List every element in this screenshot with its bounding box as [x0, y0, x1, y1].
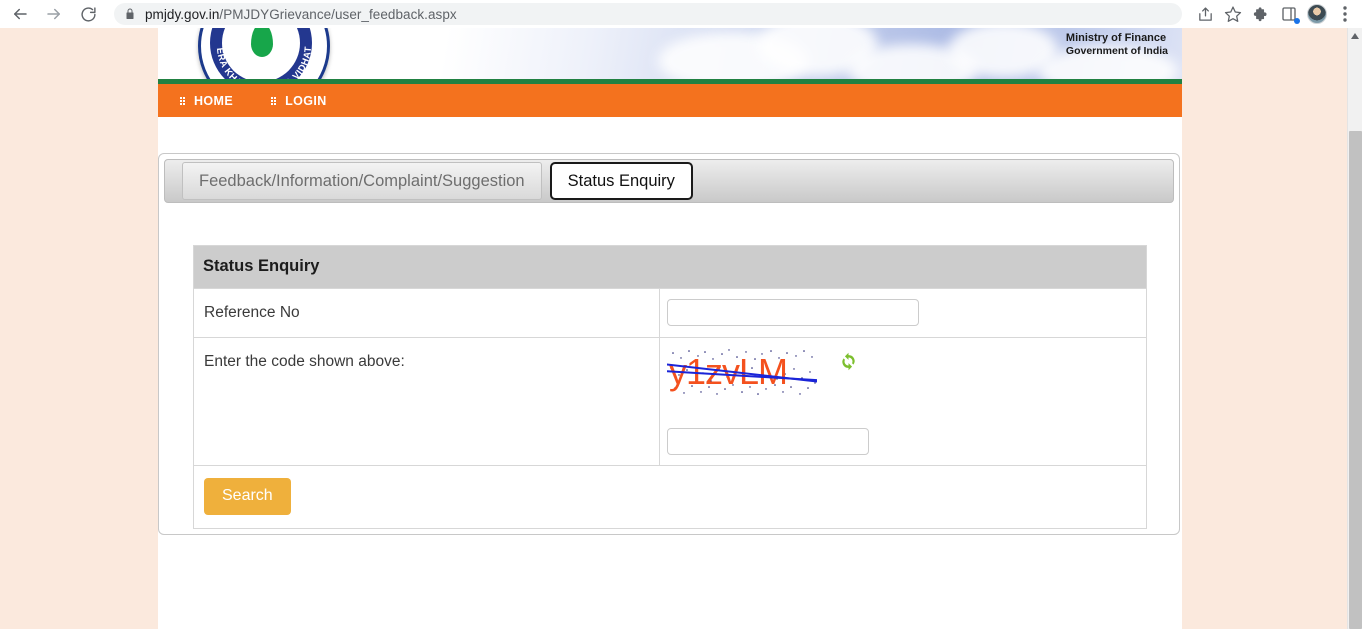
captcha-cell: y1zvLM	[659, 337, 1147, 466]
main-navigation: HOME LOGIN	[158, 84, 1182, 117]
scrollbar-thumb[interactable]	[1349, 131, 1362, 629]
logo-motto-text: MERA KHATA BHAGYA VIDHATA	[201, 28, 313, 79]
reference-no-input[interactable]	[667, 299, 919, 326]
government-name: Government of India	[1065, 45, 1168, 57]
page-viewport: MERA KHATA BHAGYA VIDHATA Ministry of Fi…	[0, 28, 1347, 629]
avatar[interactable]	[1304, 1, 1330, 27]
scroll-up-arrow[interactable]	[1348, 28, 1362, 43]
vertical-scrollbar[interactable]	[1347, 28, 1362, 629]
back-arrow-icon[interactable]	[6, 0, 34, 28]
ministry-name: Ministry of Finance	[1065, 32, 1167, 44]
reference-no-label: Reference No	[193, 288, 660, 338]
logo-motto-label: MERA KHATA BHAGYA VIDHATA	[201, 28, 312, 79]
panel-header-row: Status Enquiry	[193, 245, 1147, 289]
lock-icon	[124, 7, 136, 21]
search-row: Search	[193, 465, 1147, 529]
avatar-icon	[1307, 4, 1327, 24]
side-panel-icon[interactable]	[1276, 1, 1302, 27]
search-cell: Search	[193, 465, 1147, 529]
dots-icon	[180, 96, 185, 105]
dots-icon	[271, 96, 277, 105]
notification-dot	[1294, 18, 1300, 24]
tab-status-enquiry[interactable]: Status Enquiry	[549, 162, 693, 200]
reference-no-cell	[659, 288, 1147, 338]
site-banner: MERA KHATA BHAGYA VIDHATA Ministry of Fi…	[158, 28, 1182, 79]
svg-text:MERA KHATA BHAGYA VIDHATA: MERA KHATA BHAGYA VIDHATA	[201, 28, 313, 79]
url-text: pmjdy.gov.in/PMJDYGrievance/user_feedbac…	[145, 6, 457, 22]
ministry-block: Ministry of Finance Government of India	[1066, 32, 1168, 58]
forward-arrow-icon[interactable]	[40, 0, 68, 28]
search-button[interactable]: Search	[204, 478, 291, 515]
site-content: MERA KHATA BHAGYA VIDHATA Ministry of Fi…	[158, 28, 1182, 629]
tab-strip: Feedback/Information/Complaint/Suggestio…	[164, 159, 1174, 203]
captcha-row: Enter the code shown above:	[193, 337, 1147, 466]
status-enquiry-form: Status Enquiry Reference No Enter the co…	[193, 245, 1147, 529]
browser-toolbar: pmjdy.gov.in/PMJDYGrievance/user_feedbac…	[0, 0, 1362, 29]
reload-icon[interactable]	[74, 0, 102, 28]
tab-card: Feedback/Information/Complaint/Suggestio…	[158, 153, 1180, 535]
captcha-image: y1zvLM	[667, 348, 817, 396]
captcha-label: Enter the code shown above:	[193, 337, 660, 466]
address-bar[interactable]: pmjdy.gov.in/PMJDYGrievance/user_feedbac…	[114, 3, 1182, 25]
toolbar-actions	[1192, 1, 1358, 27]
pmjdy-logo: MERA KHATA BHAGYA VIDHATA	[198, 28, 330, 79]
refresh-icon[interactable]	[839, 352, 858, 376]
nav-item-login-label: LOGIN	[285, 93, 327, 108]
nav-item-home-label: HOME	[194, 93, 234, 108]
puzzle-piece-icon[interactable]	[1248, 1, 1274, 27]
captcha-area: y1zvLM	[667, 348, 1146, 396]
reference-no-row: Reference No	[193, 288, 1147, 338]
panel-title: Status Enquiry	[193, 245, 1147, 289]
three-dot-menu-icon[interactable]	[1332, 1, 1358, 27]
tab-feedback-information-complaint-suggestion[interactable]: Feedback/Information/Complaint/Suggestio…	[182, 162, 542, 200]
nav-item-home[interactable]: HOME	[180, 94, 233, 108]
captcha-input[interactable]	[667, 428, 869, 455]
nav-item-login[interactable]: LOGIN	[271, 94, 327, 108]
star-icon[interactable]	[1220, 1, 1246, 27]
share-icon[interactable]	[1192, 1, 1218, 27]
